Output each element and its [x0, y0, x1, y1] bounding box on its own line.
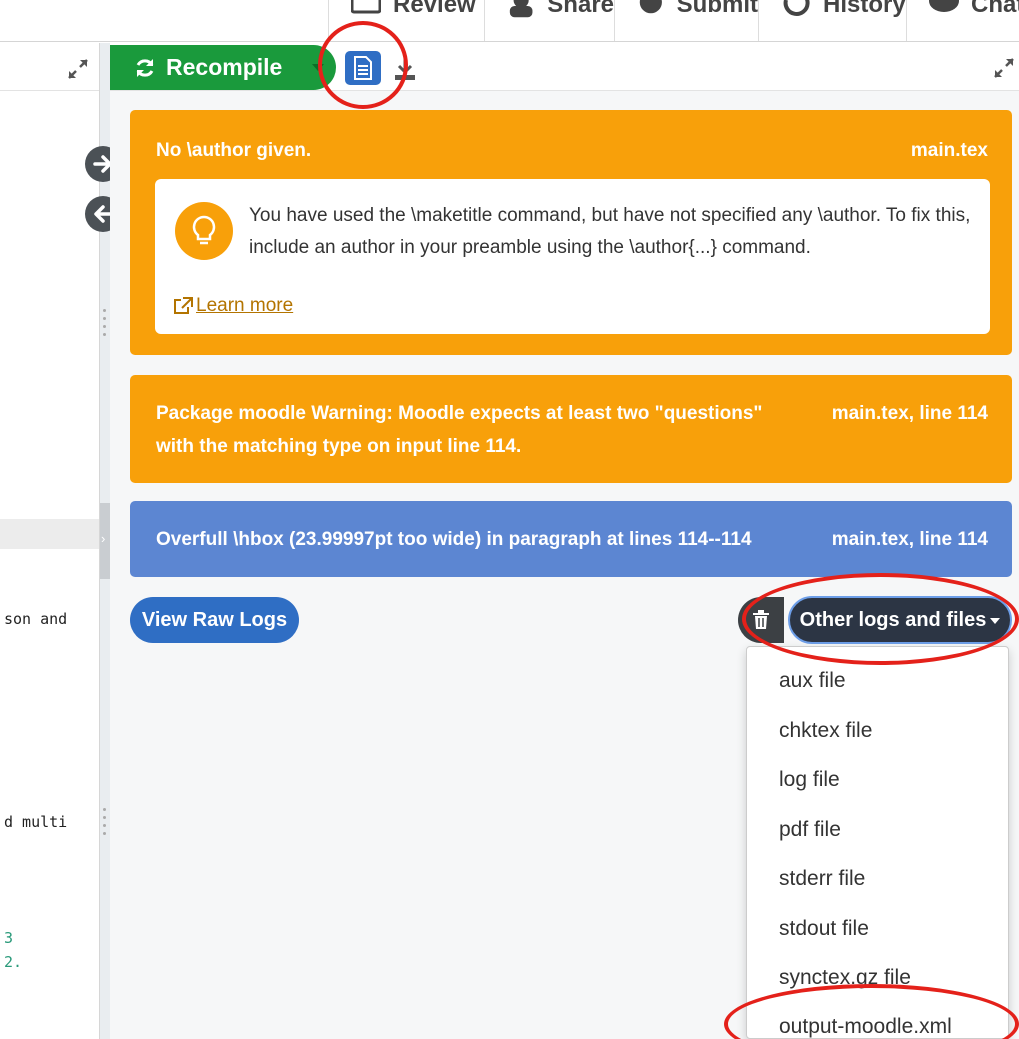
log-title: Package moodle Warning: Moodle expects a…: [156, 403, 763, 457]
log-title: No \author given.: [156, 140, 312, 161]
logs-toggle-button[interactable]: [345, 51, 381, 85]
learn-more-link[interactable]: Learn more: [173, 295, 293, 317]
document-icon: [354, 56, 372, 80]
refresh-icon: [136, 58, 154, 77]
expand-icon[interactable]: [992, 56, 1016, 80]
trash-icon: [753, 610, 769, 629]
menu-item-stdout-file[interactable]: stdout file: [779, 917, 869, 941]
view-raw-logs-button[interactable]: View Raw Logs: [130, 597, 299, 643]
log-file-link[interactable]: main.tex, line 114: [832, 397, 988, 430]
menu-item-stderr-file[interactable]: stderr file: [779, 867, 865, 891]
menu-item-log-file[interactable]: log file: [779, 768, 840, 792]
log-entry-warning[interactable]: Package moodle Warning: Moodle expects a…: [130, 375, 1012, 483]
code-line: son and: [4, 610, 68, 628]
menu-item-synctex-file[interactable]: synctex.gz file: [779, 966, 911, 990]
menu-item-pdf-file[interactable]: pdf file: [779, 818, 841, 842]
submit-button[interactable]: Submit: [614, 0, 758, 41]
caret-down-icon: [990, 618, 1001, 624]
drag-handle-icon[interactable]: [103, 808, 107, 840]
recompile-button[interactable]: Recompile: [110, 45, 336, 90]
recompile-dropdown-caret[interactable]: [312, 64, 324, 71]
review-icon: [351, 0, 381, 14]
drag-handle-icon[interactable]: [103, 309, 107, 341]
log-file-link[interactable]: main.tex: [911, 134, 988, 167]
chevron-right-icon[interactable]: ›: [101, 531, 105, 546]
log-title: Overfull \hbox (23.99997pt too wide) in …: [156, 529, 752, 550]
source-editor[interactable]: son and d multi 3 2.: [0, 43, 100, 1039]
external-link-icon: [174, 297, 193, 314]
menu-item-aux-file[interactable]: aux file: [779, 669, 846, 693]
download-icon[interactable]: [392, 56, 418, 82]
active-line-highlight: [0, 519, 100, 549]
clear-cache-button[interactable]: [738, 597, 784, 643]
expand-icon[interactable]: [66, 57, 90, 81]
lightbulb-icon: [175, 202, 233, 260]
log-hint-text: You have used the \maketitle command, bu…: [249, 205, 971, 258]
code-line: d multi: [4, 813, 68, 831]
top-toolbar: Review Share Submit History Chat: [0, 0, 1019, 42]
history-icon: [783, 0, 810, 16]
history-button[interactable]: History: [758, 0, 906, 41]
log-hint-box: You have used the \maketitle command, bu…: [155, 179, 990, 334]
submit-icon: [639, 0, 662, 14]
menu-item-output-moodle-xml[interactable]: output-moodle.xml: [779, 1015, 952, 1039]
share-button[interactable]: Share: [484, 0, 614, 41]
code-line: 3: [4, 929, 14, 947]
other-logs-menu: aux file chktex file log file pdf file s…: [746, 646, 1009, 1039]
menu-item-chktex-file[interactable]: chktex file: [779, 719, 872, 743]
share-icon: [509, 0, 533, 18]
other-logs-dropdown-button[interactable]: Other logs and files: [788, 596, 1012, 644]
editor-header: [0, 43, 100, 91]
log-file-link[interactable]: main.tex, line 114: [832, 523, 988, 556]
code-line: 2.: [4, 953, 23, 971]
log-entry-info[interactable]: Overfull \hbox (23.99997pt too wide) in …: [130, 501, 1012, 577]
chat-button[interactable]: Chat: [906, 0, 1019, 41]
review-button[interactable]: Review: [328, 0, 484, 41]
chat-icon: [929, 0, 959, 12]
